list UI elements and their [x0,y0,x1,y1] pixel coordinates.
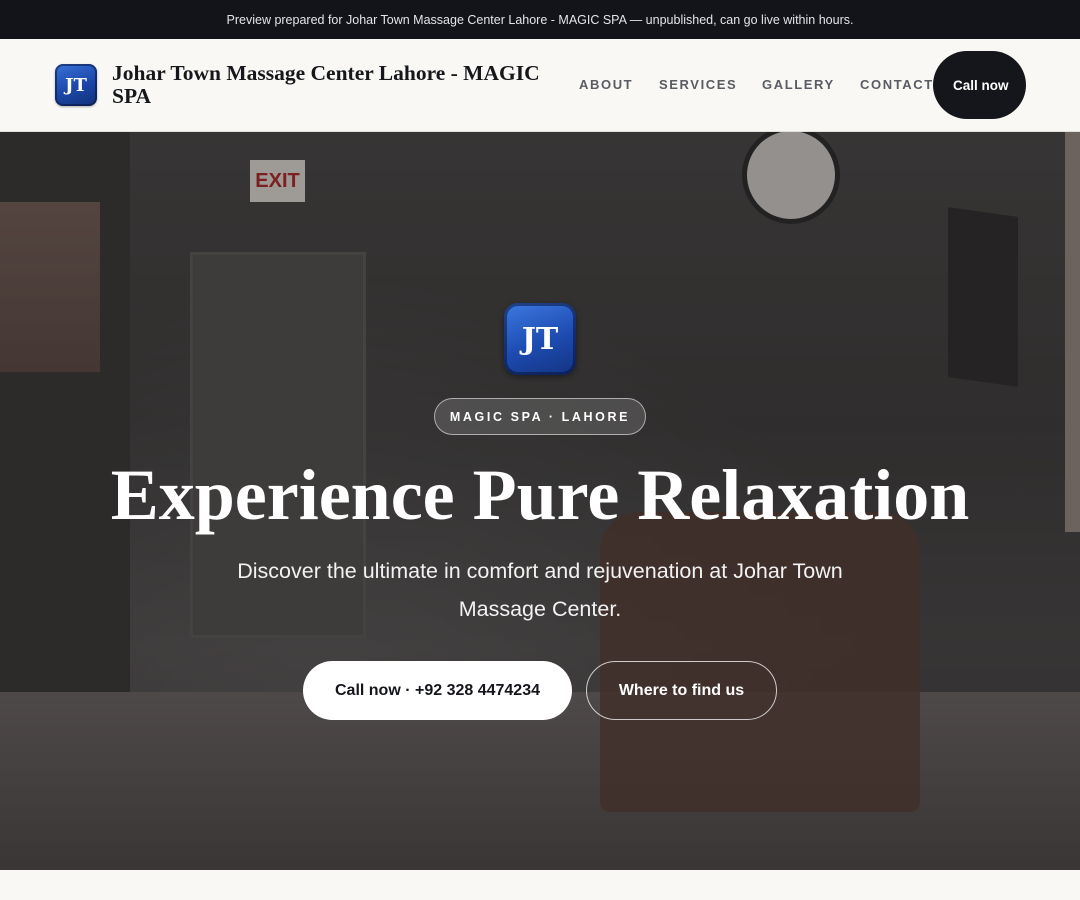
site-header: JT Johar Town Massage Center Lahore - MA… [0,39,1080,132]
hero-subtitle: Discover the ultimate in comfort and rej… [237,559,843,621]
call-now-button[interactable]: Call now · +92 328 4474234 [303,661,572,720]
brand-name[interactable]: Johar Town Massage Center Lahore - MAGIC… [112,62,572,108]
brand-logo[interactable]: JT [55,64,97,106]
hero-logo: JT [504,303,576,375]
hero-section: EXIT JT MAGIC SPA · LAHORE Experience Pu… [0,132,1080,870]
preview-banner: Preview prepared for Johar Town Massage … [0,0,1080,39]
hero-title: Experience Pure Relaxation [110,455,970,535]
nav-contact[interactable]: CONTACT [860,77,934,92]
preview-banner-text: Preview prepared for Johar Town Massage … [226,12,854,27]
nav-about[interactable]: ABOUT [579,77,633,92]
where-to-find-us-button[interactable]: Where to find us [586,661,777,720]
nav-services[interactable]: SERVICES [659,77,737,92]
nav-gallery[interactable]: GALLERY [762,77,835,92]
next-section [0,870,1080,900]
hero-tag-pill: MAGIC SPA · LAHORE [434,398,646,435]
header-call-button[interactable]: Call now [933,51,1026,119]
